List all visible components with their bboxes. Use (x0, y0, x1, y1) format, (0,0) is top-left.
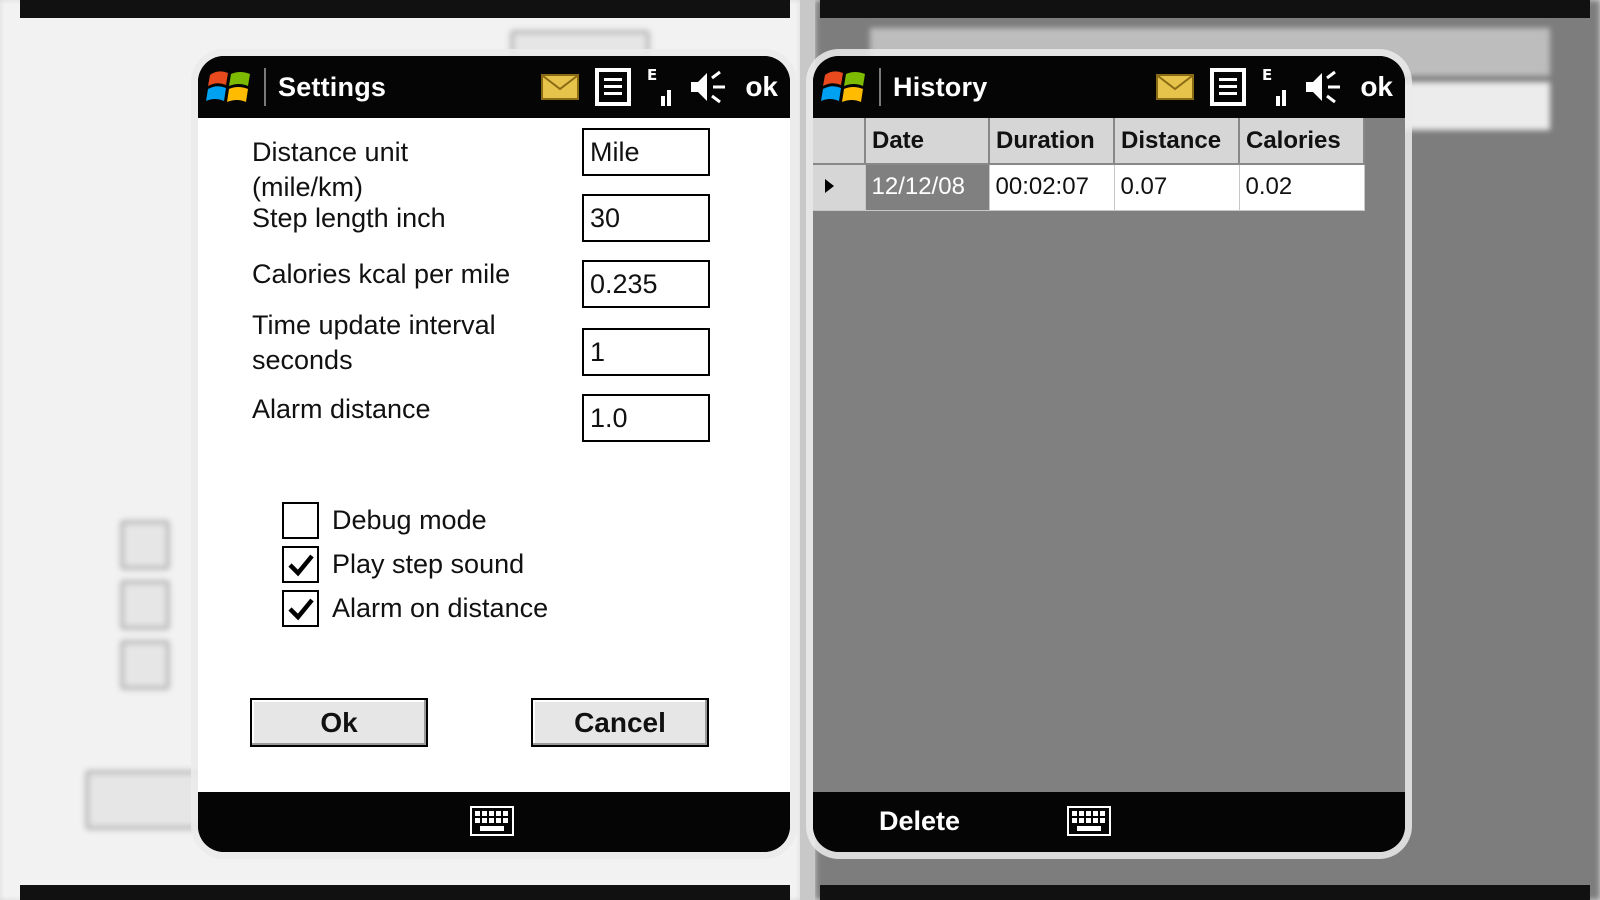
column-header-date[interactable]: Date (865, 118, 990, 165)
grid-header-row: Date Duration Distance Calories (813, 118, 1365, 165)
column-header-duration[interactable]: Duration (989, 118, 1115, 165)
status-tray: E ok (1140, 66, 1393, 108)
titlebar-ok-button[interactable]: ok (745, 71, 778, 103)
step-length-input[interactable] (582, 194, 710, 242)
settings-menubar (198, 792, 790, 852)
windows-start-icon[interactable] (204, 61, 256, 113)
window-title: History (893, 71, 988, 102)
svg-text:E: E (1262, 66, 1272, 84)
keyboard-icon[interactable] (1067, 806, 1111, 841)
cell-calories[interactable]: 0.02 (1239, 164, 1365, 211)
background-top-strip (820, 0, 1590, 18)
alarm-on-distance-label: Alarm on distance (332, 593, 549, 623)
title-separator (264, 68, 266, 106)
play-step-sound-row[interactable]: Play step sound (282, 546, 524, 583)
history-titlebar: History E ok (813, 56, 1405, 118)
history-menubar: Delete (813, 792, 1405, 852)
title-separator (879, 68, 881, 106)
column-header-distance[interactable]: Distance (1114, 118, 1240, 165)
row-pointer-icon (825, 179, 834, 194)
history-window: History E ok Date Duration Distance Calo… (813, 56, 1405, 852)
delete-softkey[interactable]: Delete (879, 806, 960, 837)
calories-label: Calories kcal per mile (252, 259, 511, 289)
alarm-on-distance-row[interactable]: Alarm on distance (282, 590, 548, 627)
background-top-strip (20, 0, 790, 18)
cell-distance[interactable]: 0.07 (1114, 164, 1240, 211)
connectivity-icon[interactable]: E (647, 66, 673, 108)
cell-duration[interactable]: 00:02:07 (989, 164, 1115, 211)
background-ghost-checkbox (120, 640, 170, 690)
history-grid: Date Duration Distance Calories 12/12/08… (813, 118, 1365, 211)
time-interval-label-line1: Time update interval (252, 310, 496, 340)
debug-mode-checkbox[interactable] (282, 502, 319, 539)
column-header-calories[interactable]: Calories (1239, 118, 1365, 165)
windows-start-icon[interactable] (819, 61, 871, 113)
checkmark-icon (287, 554, 314, 576)
distance-unit-label: Distance unit (mile/km) (252, 135, 408, 205)
settings-window: Settings E ok Distance unit (mile/km) St… (198, 56, 790, 852)
list-icon[interactable] (1210, 68, 1247, 106)
cancel-button[interactable]: Cancel (531, 698, 709, 747)
step-length-label: Step length inch (252, 203, 446, 233)
debug-mode-row[interactable]: Debug mode (282, 502, 487, 539)
table-row[interactable]: 12/12/08 00:02:07 0.07 0.02 (813, 164, 1365, 211)
mail-icon[interactable] (1156, 73, 1195, 101)
background-ghost-checkbox (120, 580, 170, 630)
mail-icon[interactable] (541, 73, 580, 101)
settings-titlebar: Settings E ok (198, 56, 790, 118)
distance-unit-label-line1: Distance unit (252, 137, 409, 167)
calories-input[interactable] (582, 260, 710, 308)
ok-button[interactable]: Ok (250, 698, 428, 747)
alarm-distance-label: Alarm distance (252, 394, 431, 424)
checkmark-icon (287, 598, 314, 620)
alarm-distance-input[interactable] (582, 394, 710, 442)
background-ghost-button (85, 770, 205, 830)
keyboard-icon[interactable] (470, 806, 514, 841)
grid-corner-cell (813, 118, 866, 165)
time-interval-label: Time update interval seconds (252, 308, 496, 378)
play-step-sound-checkbox[interactable] (282, 546, 319, 583)
debug-mode-label: Debug mode (332, 505, 487, 535)
background-bottom-strip (820, 885, 1590, 900)
background-bottom-strip (20, 885, 790, 900)
distance-unit-label-line2: (mile/km) (252, 172, 363, 202)
cell-date[interactable]: 12/12/08 (865, 164, 990, 211)
history-grid-area: Date Duration Distance Calories 12/12/08… (813, 118, 1405, 792)
speaker-icon[interactable] (1304, 70, 1342, 104)
connectivity-icon[interactable]: E (1262, 66, 1288, 108)
history-content: Date Duration Distance Calories 12/12/08… (813, 118, 1405, 792)
window-title: Settings (278, 71, 387, 102)
time-interval-input[interactable] (582, 328, 710, 376)
status-tray: E ok (525, 66, 778, 108)
speaker-icon[interactable] (689, 70, 727, 104)
background-ghost-checkbox (120, 520, 170, 570)
alarm-on-distance-checkbox[interactable] (282, 590, 319, 627)
row-selector[interactable] (813, 164, 866, 211)
svg-text:E: E (647, 66, 657, 84)
titlebar-ok-button[interactable]: ok (1360, 71, 1393, 103)
time-interval-label-line2: seconds (252, 345, 353, 375)
list-icon[interactable] (595, 68, 632, 106)
settings-form: Distance unit (mile/km) Step length inch… (198, 118, 790, 792)
distance-unit-input[interactable] (582, 128, 710, 176)
play-step-sound-label: Play step sound (332, 549, 525, 579)
